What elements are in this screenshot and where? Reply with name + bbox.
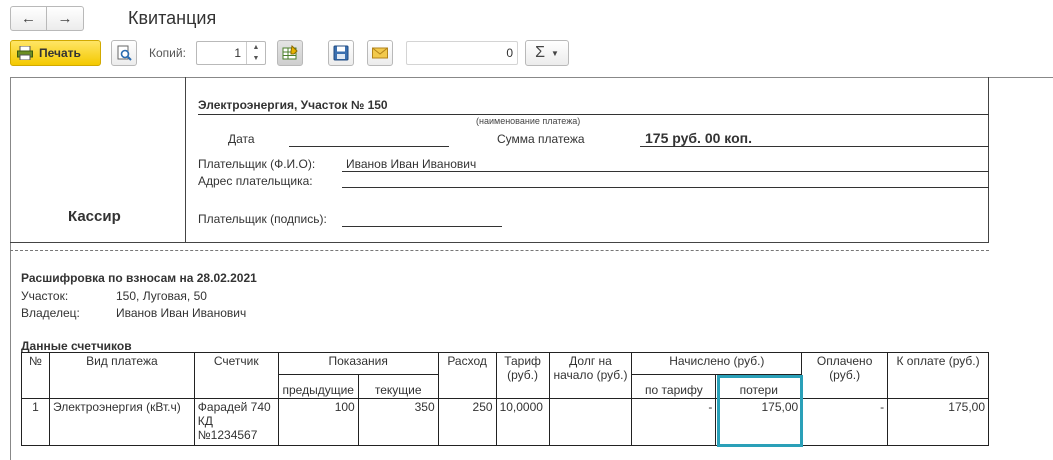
col-header-usage: Расход bbox=[437, 352, 497, 399]
copies-spinner[interactable]: ▲ ▼ bbox=[246, 42, 265, 64]
copies-label: Копий: bbox=[149, 46, 186, 60]
col-header-curr: текущие bbox=[357, 374, 439, 399]
envelope-icon bbox=[372, 47, 388, 59]
owner-value: Иванов Иван Иванович bbox=[116, 306, 247, 320]
payment-name-line bbox=[198, 114, 989, 115]
sum-label: Сумма платежа bbox=[497, 132, 585, 146]
window-title: Квитанция bbox=[128, 8, 217, 28]
col-header-to-pay: К оплате (руб.) bbox=[887, 352, 989, 399]
cell-payment-type[interactable]: Электроэнергия (кВт.ч) bbox=[48, 398, 195, 446]
cell-usage[interactable]: 250 bbox=[437, 398, 497, 446]
preview-icon bbox=[117, 45, 132, 61]
cell-losses[interactable]: 175,00 bbox=[715, 398, 803, 446]
cell-by-tariff[interactable]: - bbox=[631, 398, 717, 446]
col-header-readings: Показания bbox=[277, 352, 439, 375]
chevron-down-icon: ▼ bbox=[550, 48, 559, 58]
payer-label: Плательщик (Ф.И.О): bbox=[198, 157, 316, 171]
breakdown-title: Расшифровка по взносам на 28.02.2021 bbox=[21, 271, 257, 285]
floppy-disk-icon bbox=[333, 45, 349, 61]
print-button-label: Печать bbox=[39, 46, 81, 60]
col-header-by-tariff: по тарифу bbox=[631, 374, 717, 399]
navigation-buttons: ← → bbox=[10, 6, 84, 31]
signature-line bbox=[342, 226, 502, 227]
address-label: Адрес плательщика: bbox=[198, 174, 313, 188]
address-line bbox=[342, 187, 989, 188]
col-header-payment-type: Вид платежа bbox=[48, 352, 195, 399]
spin-up-icon[interactable]: ▲ bbox=[247, 42, 265, 53]
payer-line bbox=[342, 171, 989, 172]
cashier-label: Кассир bbox=[68, 208, 121, 225]
col-header-tariff: Тариф (руб.) bbox=[495, 352, 550, 399]
cell-curr[interactable]: 350 bbox=[357, 398, 439, 446]
print-button[interactable]: Печать bbox=[10, 40, 101, 66]
spin-down-icon[interactable]: ▼ bbox=[247, 53, 265, 64]
save-button[interactable] bbox=[328, 40, 354, 66]
arrow-right-icon: → bbox=[57, 10, 73, 27]
edit-mode-button[interactable] bbox=[277, 40, 303, 66]
back-button[interactable]: ← bbox=[10, 6, 47, 31]
cell-paid[interactable]: - bbox=[801, 398, 889, 446]
meters-table: № Вид платежа Счетчик Показания Расход Т… bbox=[21, 352, 989, 446]
date-label: Дата bbox=[228, 132, 255, 146]
cell-prev[interactable]: 100 bbox=[277, 398, 359, 446]
selection-sum-field[interactable]: 0 bbox=[406, 41, 518, 65]
col-header-meter: Счетчик bbox=[193, 352, 279, 399]
owner-label: Владелец: bbox=[21, 306, 80, 320]
cut-line bbox=[10, 250, 989, 251]
forward-button[interactable]: → bbox=[47, 6, 84, 31]
plot-value: 150, Луговая, 50 bbox=[116, 289, 207, 303]
cell-meter[interactable]: Фарадей 740 КД №1234567 bbox=[193, 398, 279, 446]
col-header-accrued: Начислено (руб.) bbox=[631, 352, 803, 375]
printer-icon bbox=[17, 45, 33, 61]
cell-debt[interactable] bbox=[548, 398, 633, 446]
table-row: 1 Электроэнергия (кВт.ч) Фарадей 740 КД … bbox=[21, 398, 989, 446]
sum-mode-button[interactable]: Σ ▼ bbox=[525, 40, 569, 66]
cell-num[interactable]: 1 bbox=[21, 398, 50, 446]
receipt-divider bbox=[185, 77, 186, 243]
col-header-num: № bbox=[21, 352, 50, 399]
cell-tariff[interactable]: 10,0000 bbox=[495, 398, 550, 446]
payment-name: Электроэнергия, Участок № 150 bbox=[198, 98, 388, 112]
sigma-icon: Σ bbox=[535, 44, 545, 61]
col-header-prev: предыдущие bbox=[277, 374, 359, 399]
plot-label: Участок: bbox=[21, 289, 69, 303]
table-header-row: № Вид платежа Счетчик Показания Расход Т… bbox=[21, 352, 989, 399]
meters-title: Данные счетчиков bbox=[21, 339, 132, 353]
cell-to-pay[interactable]: 175,00 bbox=[887, 398, 989, 446]
arrow-left-icon: ← bbox=[21, 10, 36, 27]
payment-caption: (наименование платежа) bbox=[476, 116, 581, 126]
preview-button[interactable] bbox=[111, 40, 137, 66]
col-header-debt: Долг на начало (руб.) bbox=[548, 352, 633, 399]
receipt-section bbox=[10, 77, 989, 243]
sum-value: 175 руб. 00 коп. bbox=[645, 130, 753, 146]
sum-line bbox=[640, 146, 989, 147]
send-email-button[interactable] bbox=[367, 40, 393, 66]
signature-label: Плательщик (подпись): bbox=[198, 212, 327, 226]
col-header-losses: потери bbox=[715, 374, 803, 399]
payer-value: Иванов Иван Иванович bbox=[346, 157, 477, 171]
date-line bbox=[289, 146, 449, 147]
col-header-paid: Оплачено (руб.) bbox=[801, 352, 889, 399]
edit-table-icon bbox=[282, 45, 298, 60]
